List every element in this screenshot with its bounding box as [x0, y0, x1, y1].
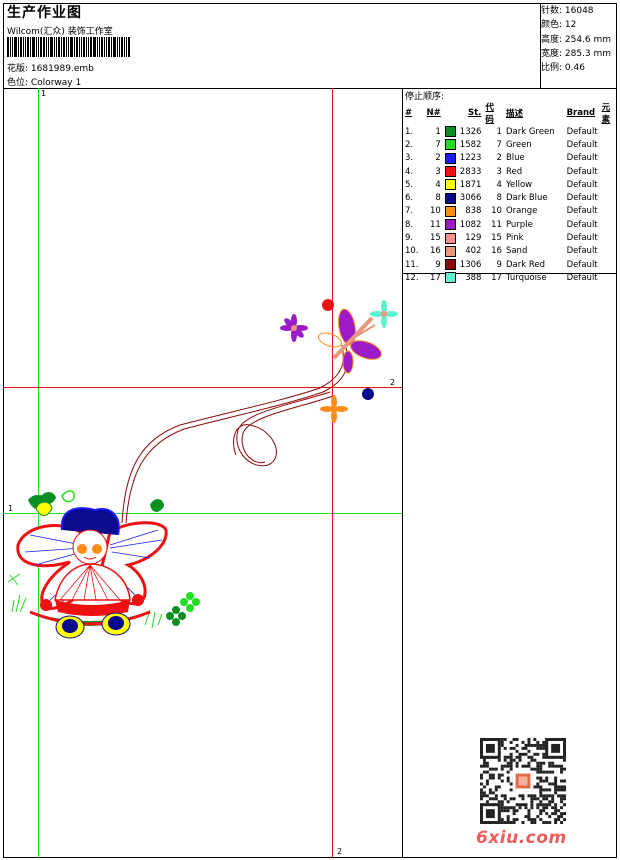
fairy-figure: [7, 490, 200, 639]
qr-code: [480, 738, 566, 824]
flower-purple: [280, 314, 308, 342]
kite-string: [121, 344, 348, 524]
flower-turquoise: [370, 300, 398, 328]
watermark-logo: 6xiu.com: [476, 828, 567, 848]
embroidery-design: [7, 299, 398, 639]
